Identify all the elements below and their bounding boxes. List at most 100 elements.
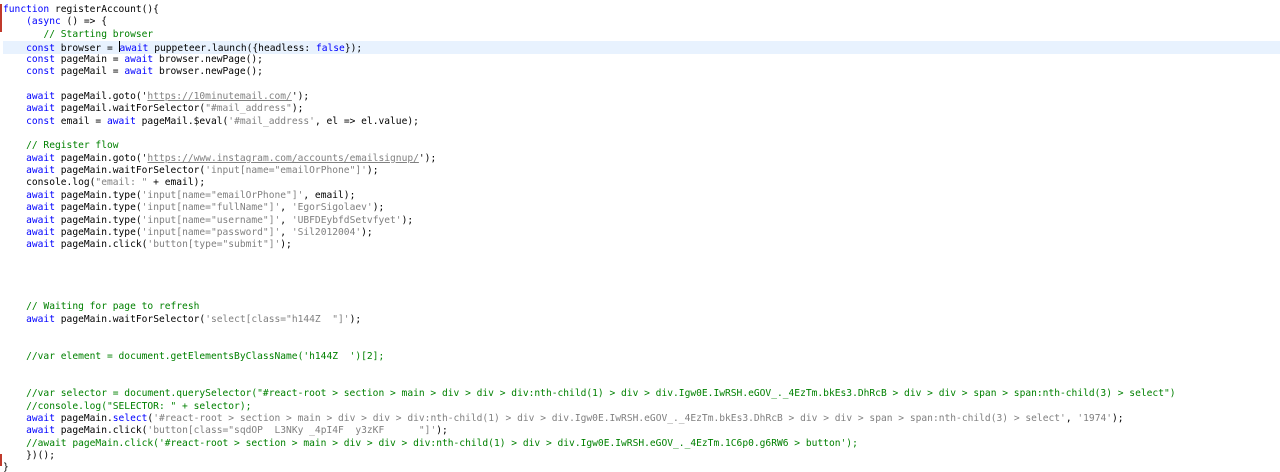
code-token: + email);: [147, 177, 206, 189]
code-line[interactable]: await pageMail.waitForSelector("#mail_ad…: [3, 103, 1280, 115]
code-line[interactable]: [3, 78, 1280, 90]
code-token: await: [119, 43, 149, 55]
code-token: 'input[name="emailOrPhone"]': [205, 165, 367, 177]
code-token: pageMain.: [55, 412, 113, 424]
code-line[interactable]: // Starting browser: [3, 29, 1280, 41]
code-line[interactable]: // Register flow: [3, 140, 1280, 152]
code-token: ,: [1065, 412, 1078, 424]
code-token: ,: [280, 227, 292, 239]
code-token: pageMail.waitForSelector(: [55, 103, 206, 115]
code-line[interactable]: await pageMain.waitForSelector('select[c…: [3, 314, 1280, 326]
code-token: 'button[type="submit"]': [147, 239, 281, 251]
code-line[interactable]: (async () => {: [3, 16, 1280, 28]
code-line[interactable]: //var selector = document.querySelector(…: [3, 388, 1280, 400]
code-line[interactable]: [3, 128, 1280, 140]
code-line[interactable]: [3, 376, 1280, 388]
code-token: browser.newPage();: [153, 65, 263, 77]
code-line[interactable]: const pageMail = await browser.newPage()…: [3, 66, 1280, 78]
code-token: await: [124, 53, 154, 65]
code-token: await: [26, 202, 55, 214]
code-token: pageMain.goto(': [55, 152, 148, 164]
code-line[interactable]: console.log("email: " + email);: [3, 177, 1280, 189]
code-line[interactable]: await pageMain.click('button[class="sqdO…: [3, 425, 1280, 437]
code-token: await: [26, 239, 55, 251]
code-line[interactable]: }: [3, 462, 1280, 472]
code-token: );: [361, 227, 373, 239]
code-line[interactable]: [3, 277, 1280, 289]
code-token: // Register flow: [26, 140, 119, 152]
code-line[interactable]: //await pageMain.click('#react-root > se…: [3, 438, 1280, 450]
code-line[interactable]: //var element = document.getElementsByCl…: [3, 351, 1280, 363]
code-token: 'input[name="username"]': [141, 214, 281, 226]
code-line[interactable]: function registerAccount(){: [3, 4, 1280, 16]
code-token: );: [1112, 412, 1124, 424]
code-token: const: [26, 53, 55, 65]
code-token: await: [26, 214, 55, 226]
code-token: }: [3, 462, 9, 472]
code-token: await: [106, 115, 136, 127]
code-line[interactable]: // Waiting for page to refresh: [3, 301, 1280, 313]
code-token: await: [26, 412, 55, 424]
code-line[interactable]: await pageMain.type('input[name="passwor…: [3, 227, 1280, 239]
code-line[interactable]: //console.log("SELECTOR: " + selector);: [3, 401, 1280, 413]
code-token: '#mail_address': [228, 115, 315, 127]
code-token: );: [280, 239, 292, 251]
code-line[interactable]: [3, 363, 1280, 375]
code-line[interactable]: [3, 339, 1280, 351]
code-line[interactable]: await pageMain.waitForSelector('input[na…: [3, 165, 1280, 177]
code-token: , el => el.value);: [314, 115, 419, 127]
code-token: "#mail_address": [205, 103, 292, 115]
code-token: pageMain.click(: [55, 239, 148, 251]
code-token: await: [26, 90, 55, 102]
code-line[interactable]: const email = await pageMail.$eval('#mai…: [3, 116, 1280, 128]
code-line[interactable]: await pageMain.goto('https://www.instagr…: [3, 153, 1280, 165]
code-line[interactable]: await pageMail.goto('https://10minutemai…: [3, 91, 1280, 103]
code-line[interactable]: })();: [3, 450, 1280, 462]
code-token: , email);: [303, 189, 356, 201]
code-token: pageMain.waitForSelector(: [55, 313, 206, 325]
code-token: select: [112, 412, 148, 424]
code-token: //var selector = document.querySelector(…: [26, 388, 1176, 400]
code-token: // Starting browser: [43, 28, 154, 40]
code-token: https://www.instagram.com/accounts/email…: [147, 152, 419, 164]
code-line[interactable]: await pageMain.select('#react-root > sec…: [3, 413, 1280, 425]
code-token: pageMain.type(: [55, 189, 142, 201]
code-token: function: [3, 4, 50, 15]
code-line[interactable]: [3, 289, 1280, 301]
code-token: // Waiting for page to refresh: [26, 301, 200, 313]
code-token: (async: [26, 16, 61, 28]
code-line[interactable]: await pageMain.click('button[type="submi…: [3, 239, 1280, 251]
code-line[interactable]: const pageMain = await browser.newPage()…: [3, 54, 1280, 66]
code-token: pageMain =: [55, 53, 125, 65]
code-editor[interactable]: function registerAccount(){ (async () =>…: [0, 0, 1280, 472]
code-token: pageMail.$eval(: [135, 115, 229, 127]
fold-marker-bottom: [0, 454, 2, 466]
code-line[interactable]: await pageMain.type('input[name="emailOr…: [3, 190, 1280, 202]
code-token: );: [366, 165, 379, 177]
code-token: ,: [280, 214, 292, 226]
code-line[interactable]: await pageMain.type('input[name="usernam…: [3, 215, 1280, 227]
code-token: })();: [3, 450, 55, 462]
code-token: });: [344, 43, 363, 55]
code-line[interactable]: [3, 326, 1280, 338]
code-token: const: [26, 65, 55, 77]
code-area[interactable]: function registerAccount(){ (async () =>…: [3, 4, 1280, 472]
code-token: puppeteer.launch({headless:: [148, 43, 316, 55]
code-line[interactable]: [3, 264, 1280, 276]
code-line[interactable]: const browser = await puppeteer.launch({…: [3, 41, 1280, 55]
code-token: await: [26, 165, 55, 177]
code-line[interactable]: await pageMain.type('input[name="fullNam…: [3, 202, 1280, 214]
code-token: registerAccount(){: [49, 4, 159, 15]
code-token: 'button[class="sqdOP L3NKy _4pI4F y3zKF …: [147, 425, 437, 437]
code-line[interactable]: [3, 252, 1280, 264]
code-token: );: [349, 313, 362, 325]
